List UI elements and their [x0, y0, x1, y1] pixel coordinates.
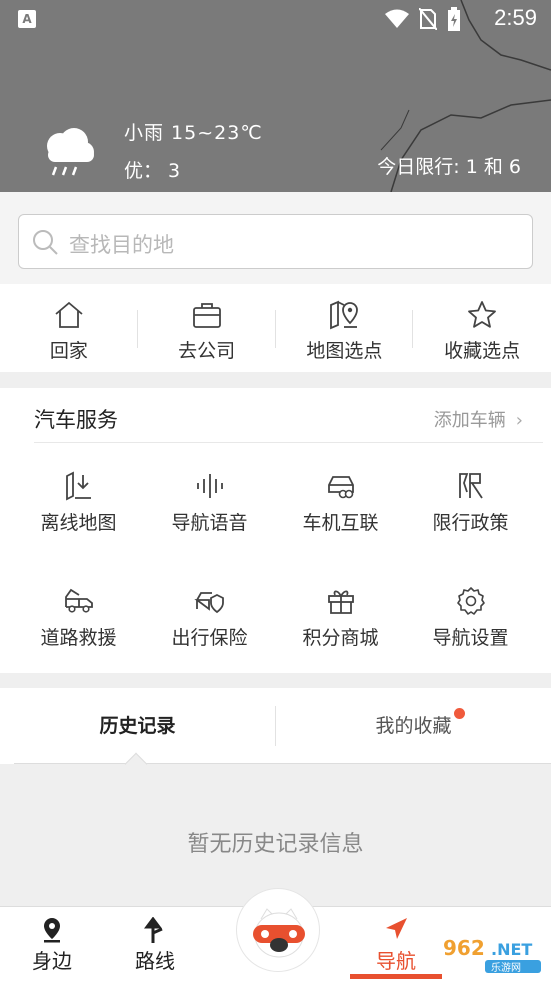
restriction-icon [458, 473, 483, 499]
car-shield-icon [193, 592, 224, 614]
service-car-link[interactable]: 车机互联 [272, 458, 409, 558]
svg-text:.NET: .NET [491, 940, 532, 959]
quick-office-label: 去公司 [178, 340, 236, 362]
center-mascot-button[interactable] [236, 888, 320, 972]
service-label: 出行保险 [171, 627, 248, 649]
briefcase-icon [192, 303, 221, 328]
air-quality: 优： 3 [124, 160, 181, 182]
add-vehicle-label: 添加车辆 [433, 410, 506, 431]
history-tabs: 历史记录 我的收藏 [0, 688, 551, 776]
gift-icon [327, 590, 354, 614]
weather-description: 小雨 15~23℃ [124, 122, 263, 144]
service-restriction[interactable]: 限行政策 [402, 458, 539, 558]
nav-nearby[interactable]: 身边 [2, 907, 102, 981]
car-link-icon [327, 476, 354, 499]
service-nav-voice[interactable]: 导航语音 [141, 458, 278, 558]
service-insurance[interactable]: 出行保险 [141, 573, 278, 673]
home-icon [55, 301, 83, 328]
service-offline-map[interactable]: 离线地图 [10, 458, 147, 558]
quick-map-pick-label: 地图选点 [306, 340, 383, 362]
navigation-arrow-icon [386, 918, 407, 939]
rain-cloud-icon [47, 128, 94, 176]
tab-favorites[interactable]: 我的收藏 [276, 688, 551, 764]
search-icon [33, 230, 58, 255]
search-area: 查找目的地 [0, 192, 551, 284]
voice-wave-icon [196, 474, 223, 498]
settings-gear-icon [456, 587, 485, 615]
no-sim-icon [419, 8, 437, 30]
status-bar: A 2:59 [0, 0, 551, 38]
search-input[interactable]: 查找目的地 [18, 214, 533, 269]
svg-text:乐游网: 乐游网 [491, 961, 521, 974]
service-points-mall[interactable]: 积分商城 [272, 573, 409, 673]
nav-route[interactable]: 路线 [105, 907, 205, 981]
service-nav-settings[interactable]: 导航设置 [402, 573, 539, 673]
service-label: 道路救援 [40, 627, 117, 649]
empty-history-message: 暂无历史记录信息 [187, 832, 364, 857]
service-road-rescue[interactable]: 道路救援 [10, 573, 147, 673]
service-label: 导航语音 [171, 512, 248, 534]
service-label: 积分商城 [302, 627, 379, 649]
quick-map-pick-button[interactable]: 地图选点 [276, 284, 414, 372]
service-label: 导航设置 [432, 627, 509, 649]
nav-route-label: 路线 [135, 949, 175, 973]
route-arrow-icon [144, 917, 163, 943]
notification-dot [454, 708, 465, 719]
search-placeholder: 查找目的地 [69, 233, 174, 257]
battery-icon [448, 7, 460, 31]
service-label: 限行政策 [432, 512, 509, 534]
quick-actions: 回家 去公司 地图选点 收藏选点 [0, 284, 551, 372]
mascot-icon [253, 908, 305, 958]
star-icon [468, 301, 497, 328]
map-pin-icon [330, 300, 359, 330]
traffic-restriction: 今日限行: 1 和 6 [377, 156, 521, 178]
status-app-icon: A [18, 10, 36, 28]
car-services-panel: 汽车服务 添加车辆 › 离线地图 导航语音 车机互联 限行政策 道路救援 出行保险 [0, 388, 551, 673]
site-watermark-logo: 962 .NET 乐游网 [437, 934, 541, 974]
nav-navigation[interactable]: 导航 [346, 907, 446, 981]
quick-home-label: 回家 [49, 340, 88, 362]
wifi-icon [385, 9, 409, 28]
weather-header: A 2:59 小雨 15~23℃ 优： 3 今日限行: 1 和 6 [0, 0, 551, 192]
quick-favorite-pick-button[interactable]: 收藏选点 [413, 284, 551, 372]
status-time: 2:59 [494, 5, 537, 30]
quick-favorite-pick-label: 收藏选点 [444, 340, 521, 362]
add-vehicle-link[interactable]: 添加车辆 › [434, 406, 523, 432]
location-pin-icon [44, 918, 60, 943]
active-tab-underline [350, 974, 442, 979]
chevron-right-icon: › [515, 410, 523, 431]
service-label: 离线地图 [40, 512, 117, 534]
car-services-title: 汽车服务 [34, 408, 118, 432]
tab-history[interactable]: 历史记录 [0, 688, 275, 764]
offline-map-icon [65, 471, 91, 501]
service-label: 车机互联 [302, 512, 379, 534]
nav-navigation-label: 导航 [376, 949, 416, 973]
svg-text:962: 962 [443, 936, 485, 960]
quick-home-button[interactable]: 回家 [0, 284, 138, 372]
quick-office-button[interactable]: 去公司 [138, 284, 276, 372]
nav-nearby-label: 身边 [32, 949, 72, 973]
tow-truck-icon [64, 588, 93, 613]
